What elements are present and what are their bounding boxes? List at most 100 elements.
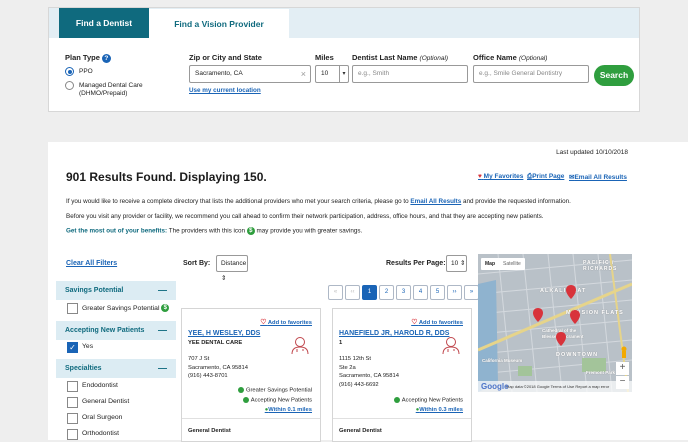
zip-label: Zip or City and State — [189, 53, 262, 62]
page-5-button[interactable]: 5 — [430, 285, 445, 300]
orthodontist-label: Orthodontist — [82, 430, 120, 437]
savings-icon: $ — [246, 227, 255, 235]
results-per-page-label: Results Per Page: — [386, 260, 446, 267]
address: 707 J St Sacramento, CA 95814 (916) 443-87… — [188, 356, 248, 379]
info-paragraph-3: Get the most out of your benefits: The p… — [66, 227, 363, 235]
specialty-label: General Dentist — [188, 428, 231, 434]
miles-select[interactable]: 10 ▾ — [315, 65, 349, 83]
map-pin-icon[interactable] — [566, 285, 576, 299]
first-page-button[interactable]: « — [328, 285, 343, 300]
email-all-results-link[interactable]: Email All Results — [410, 198, 461, 205]
page-2-button[interactable]: 2 — [379, 285, 394, 300]
oral-surgeon-label: Oral Surgeon — [82, 414, 123, 421]
last-name-input[interactable]: e.g., Smith — [352, 65, 468, 83]
prev-page-button[interactable]: ‹‹ — [345, 285, 360, 300]
map-pin-icon[interactable] — [556, 332, 566, 346]
accepting-yes-label: Yes — [82, 343, 94, 350]
distance-link[interactable]: ●Within 0.1 miles — [265, 407, 312, 413]
address: 1115 12th St Ste 2a Sacramento, CA 95814 (9… — [339, 356, 399, 388]
zoom-in-button[interactable]: + — [616, 362, 629, 375]
provider-name-link[interactable]: HANEFIELD JR, HAROLD R, DDS — [339, 330, 449, 337]
orthodontist-checkbox[interactable] — [67, 429, 78, 440]
map-pin-icon[interactable] — [570, 310, 580, 324]
general-dentist-checkbox[interactable] — [67, 397, 78, 408]
tab-find-vision-provider[interactable]: Find a Vision Provider — [149, 8, 289, 38]
search-button[interactable]: Search — [594, 65, 634, 86]
filter-accepting-header[interactable]: Accepting New Patients — — [56, 321, 176, 340]
email-all-link[interactable]: ✉Email All Results — [569, 173, 627, 181]
practice-name: 1 — [339, 340, 343, 346]
distance-link[interactable]: ●Within 0.3 miles — [416, 407, 463, 413]
provider-card: ♡ Add to favorites HANEFIELD JR, HAROLD … — [332, 308, 472, 442]
practice-name: YEE DENTAL CARE — [188, 340, 243, 346]
sort-select[interactable]: Distance ⇕ — [216, 255, 248, 282]
dentist-avatar-icon — [291, 337, 309, 355]
my-favorites-link[interactable]: ♥ My Favorites — [478, 173, 523, 180]
provider-name-link[interactable]: YEE, H WESLEY, DDS — [188, 330, 260, 337]
results-map[interactable]: Map Satellite PACIFIC / RICHARDS ALKALI F… — [478, 254, 632, 392]
collapse-icon: — — [158, 325, 167, 335]
tab-find-dentist[interactable]: Find a Dentist — [59, 8, 149, 38]
plan-type-label: Plan Type? — [65, 53, 111, 63]
clear-icon[interactable]: × — [301, 66, 306, 82]
print-page-link[interactable]: ⎙Print Page — [527, 173, 564, 181]
card-divider — [182, 418, 320, 419]
info-paragraph-1: If you would like to receive a complete … — [66, 198, 571, 205]
page-4-button[interactable]: 4 — [413, 285, 428, 300]
zip-input[interactable]: Sacramento, CA × — [189, 65, 311, 83]
map-label-downtown: DOWNTOWN — [556, 352, 599, 358]
add-to-favorites-link[interactable]: ♡ Add to favorites — [411, 318, 463, 326]
managed-care-radio[interactable] — [65, 81, 74, 90]
collapse-icon: — — [158, 285, 167, 295]
pegman-icon[interactable] — [620, 346, 628, 358]
collapse-icon: — — [158, 363, 167, 373]
help-icon[interactable]: ? — [101, 53, 111, 63]
provider-tabs: Find a Dentist Find a Vision Provider — [49, 8, 639, 38]
savings-checkbox[interactable] — [67, 303, 78, 314]
savings-icon — [237, 387, 244, 393]
map-label-pacific: PACIFIC / RICHARDS — [583, 260, 618, 272]
heart-outline-icon: ♡ — [411, 319, 418, 326]
last-page-button[interactable]: » — [464, 285, 479, 300]
ppo-radio[interactable] — [65, 67, 74, 76]
endodontist-checkbox[interactable] — [67, 381, 78, 392]
satellite-tab[interactable]: Satellite — [499, 261, 525, 267]
provider-card: ♡ Add to favorites YEE, H WESLEY, DDS YE… — [181, 308, 321, 442]
heart-icon: ♥ — [478, 173, 482, 180]
person-plus-icon — [393, 397, 400, 403]
results-panel: Last updated 10/10/2018 901 Results Foun… — [48, 142, 688, 442]
office-name-label: Office Name (Optional) — [473, 53, 548, 62]
savings-badge: Greater Savings Potential — [237, 387, 312, 394]
filter-savings-header[interactable]: Savings Potential — — [56, 281, 176, 300]
map-pin-icon[interactable] — [533, 308, 543, 322]
add-to-favorites-link[interactable]: ♡ Add to favorites — [260, 318, 312, 326]
card-divider — [333, 418, 471, 419]
oral-surgeon-checkbox[interactable] — [67, 413, 78, 424]
accepting-badge: Accepting New Patients — [393, 397, 463, 404]
per-page-select[interactable]: 10 ⇕ — [446, 255, 467, 272]
ppo-label: PPO — [79, 68, 93, 75]
miles-label: Miles — [315, 53, 334, 62]
map-label-museum: California Museum — [482, 358, 523, 363]
person-plus-icon — [242, 397, 249, 403]
accepting-yes-checkbox[interactable]: ✓ — [67, 342, 78, 353]
clear-all-filters-link[interactable]: Clear All Filters — [66, 260, 117, 267]
specialty-label: General Dentist — [339, 428, 382, 434]
page-1-button[interactable]: 1 — [362, 285, 377, 300]
savings-option-label: Greater Savings Potential $ — [82, 304, 170, 312]
next-page-button[interactable]: ›› — [447, 285, 462, 300]
dentist-avatar-icon — [442, 337, 460, 355]
search-panel: Find a Dentist Find a Vision Provider Pl… — [48, 7, 640, 112]
info-paragraph-2: Before you visit any provider or facilit… — [66, 213, 544, 220]
managed-care-label: Managed Dental Care (DHMO/Prepaid) — [79, 82, 143, 97]
map-tab[interactable]: Map — [481, 261, 499, 267]
map-type-toggle[interactable]: Map Satellite — [481, 258, 525, 270]
last-name-label: Dentist Last Name (Optional) — [352, 53, 449, 62]
filter-specialties-header[interactable]: Specialties — — [56, 359, 176, 378]
page-3-button[interactable]: 3 — [396, 285, 411, 300]
map-label-alkali: ALKALI FLAT — [540, 288, 587, 294]
google-logo: Google — [481, 382, 509, 391]
office-name-input[interactable]: e.g., Smile General Dentistry — [473, 65, 589, 83]
general-dentist-label: General Dentist — [82, 398, 130, 405]
use-location-link[interactable]: Use my current location — [189, 87, 261, 94]
